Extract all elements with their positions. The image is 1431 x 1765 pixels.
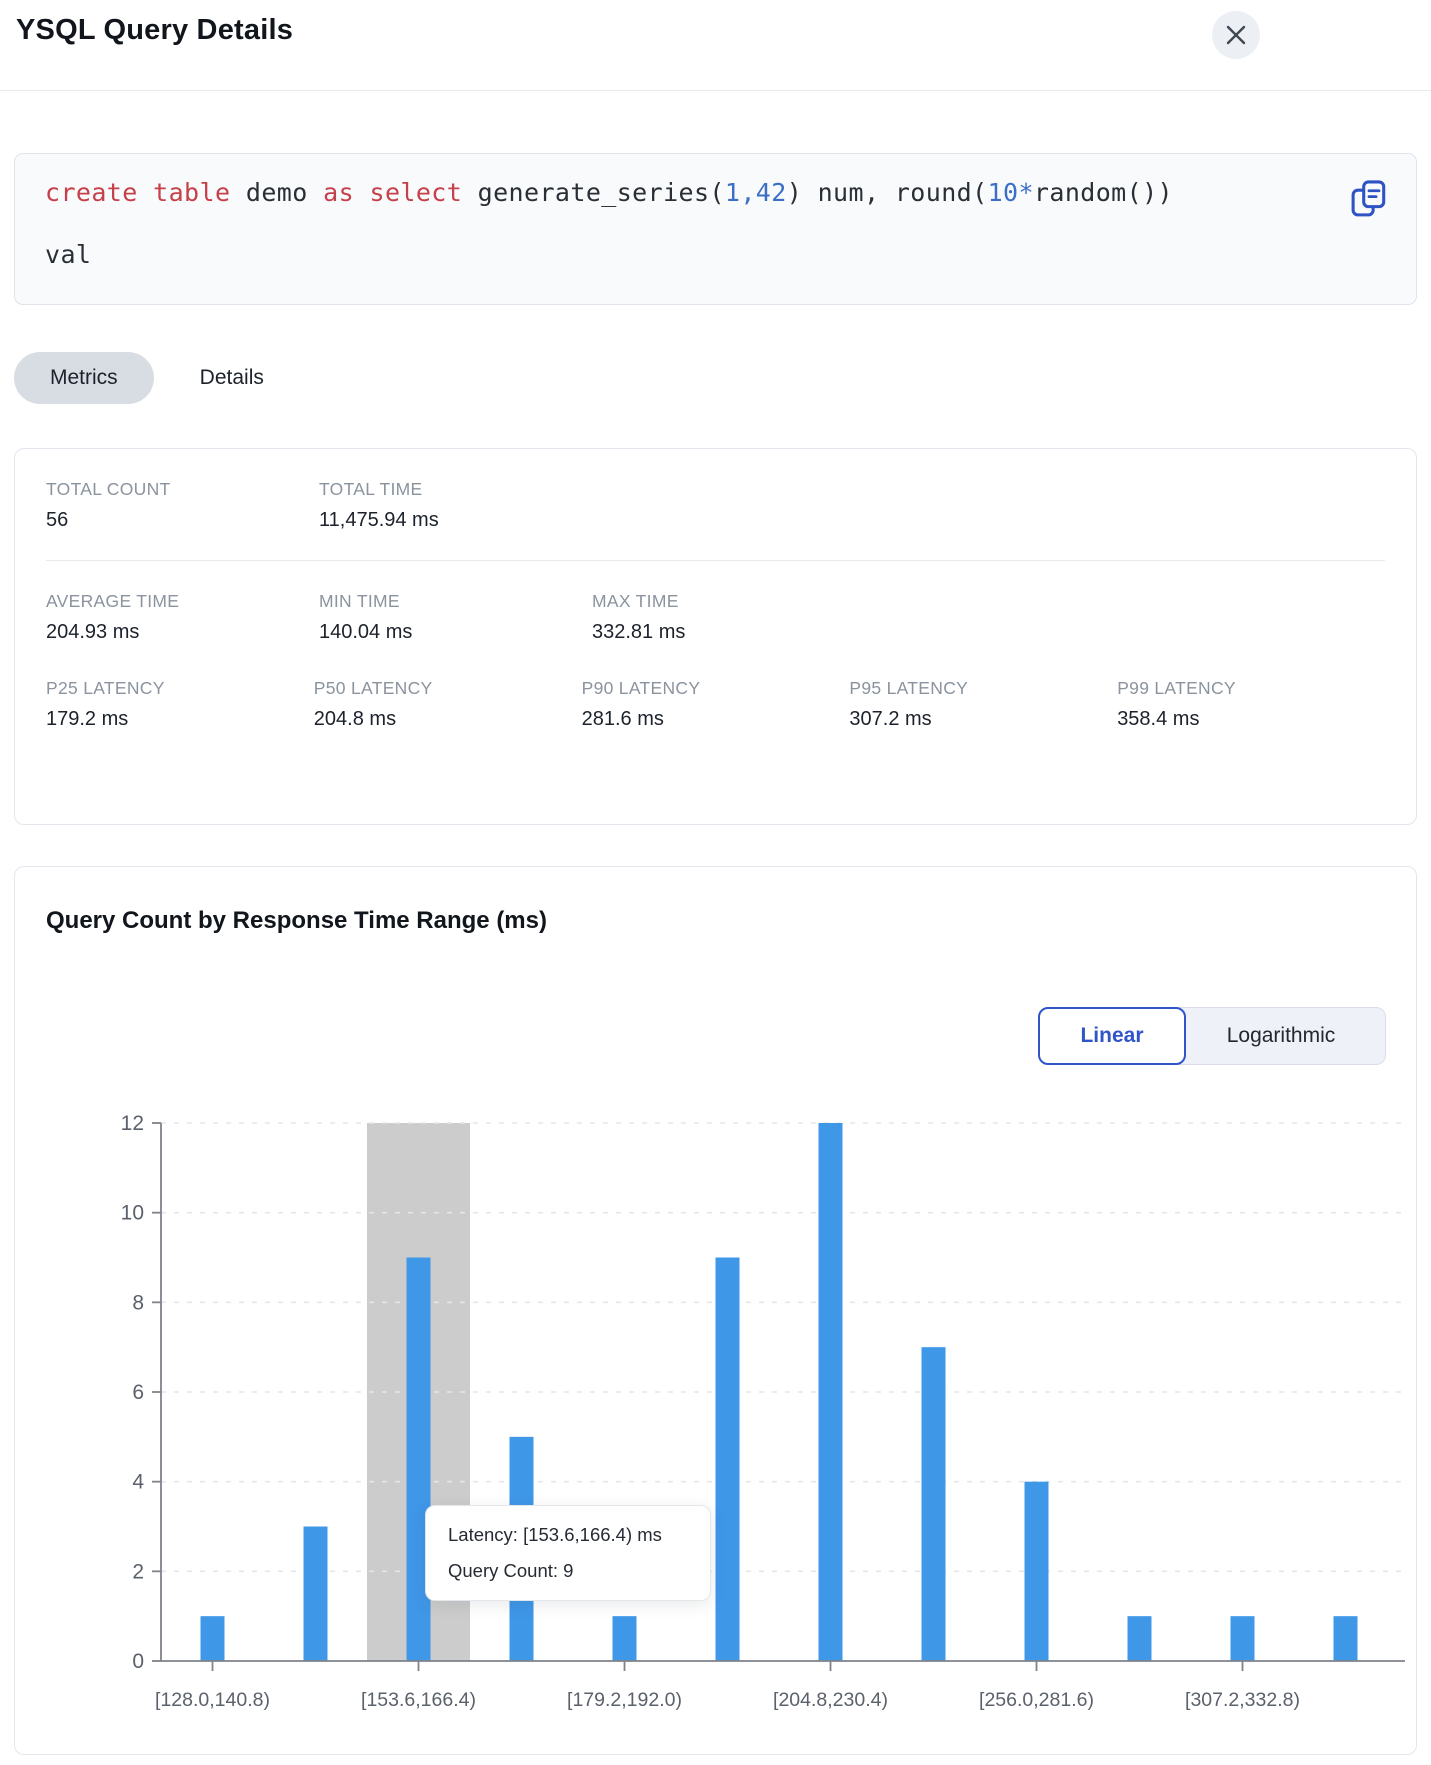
metric-label: P50 LATENCY xyxy=(314,678,582,699)
linear-button[interactable]: Linear xyxy=(1038,1007,1186,1065)
metric-cell: P99 LATENCY 358.4 ms xyxy=(1117,678,1385,731)
chart-bar[interactable] xyxy=(716,1258,740,1662)
metric-value: 307.2 ms xyxy=(849,708,1117,731)
header-divider xyxy=(0,90,1431,91)
code-token-number: 1,42 xyxy=(725,178,787,207)
tooltip-query-count: Query Count: 9 xyxy=(448,1560,688,1582)
chart-bar[interactable] xyxy=(304,1527,328,1662)
chart-bar[interactable] xyxy=(407,1258,431,1662)
metric-value: 179.2 ms xyxy=(46,708,314,731)
metric-label: P95 LATENCY xyxy=(849,678,1117,699)
y-tick-label: 6 xyxy=(132,1381,144,1404)
y-tick-label: 4 xyxy=(132,1471,144,1494)
code-token-plain: demo xyxy=(230,178,323,207)
chart-title: Query Count by Response Time Range (ms) xyxy=(46,907,547,935)
code-token-plain: val xyxy=(45,240,91,269)
metrics-row: TOTAL COUNT 56TOTAL TIME 11,475.94 ms xyxy=(46,479,1385,532)
code-token-keyword: as select xyxy=(323,178,462,207)
metric-label: P25 LATENCY xyxy=(46,678,314,699)
metric-cell: P95 LATENCY 307.2 ms xyxy=(849,678,1117,731)
copy-button[interactable] xyxy=(1348,178,1390,220)
chart-bar[interactable] xyxy=(922,1347,946,1661)
close-icon xyxy=(1225,24,1247,46)
chart-bar[interactable] xyxy=(1025,1482,1049,1661)
scale-toggle: Linear Logarithmic xyxy=(1038,1007,1386,1065)
chart-bar[interactable] xyxy=(1128,1616,1152,1661)
tooltip-latency: Latency: [153.6,166.4) ms xyxy=(448,1524,688,1546)
metrics-row: P25 LATENCY179.2 msP50 LATENCY204.8 msP9… xyxy=(46,678,1385,731)
chart-bar[interactable] xyxy=(201,1616,225,1661)
metrics-divider xyxy=(46,560,1385,561)
metric-value: 204.8 ms xyxy=(314,708,582,731)
code-token-keyword: create table xyxy=(45,178,230,207)
x-tick-label: [179.2,192.0) xyxy=(567,1689,682,1711)
metrics-row: AVERAGE TIME 204.93 msMIN TIME 140.04 msMA… xyxy=(46,591,1385,644)
x-tick-label: [128.0,140.8) xyxy=(155,1689,270,1711)
y-tick-label: 12 xyxy=(121,1112,144,1135)
sql-query-code-block: create table demo as select generate_ser… xyxy=(14,153,1417,305)
page-title: YSQL Query Details xyxy=(16,14,293,47)
x-tick-label: [307.2,332.8) xyxy=(1185,1689,1300,1711)
y-tick-label: 0 xyxy=(132,1650,144,1673)
close-button[interactable] xyxy=(1212,11,1260,59)
x-tick-label: [256.0,281.6) xyxy=(979,1689,1094,1711)
code-token-plain: ) num, round( xyxy=(787,178,988,207)
metric-value: 358.4 ms xyxy=(1117,708,1385,731)
chart-bar[interactable] xyxy=(1231,1616,1255,1661)
metric-value: 332.81 ms xyxy=(592,621,865,644)
metrics-summary-card: TOTAL COUNT 56TOTAL TIME 11,475.94 ms AVER… xyxy=(14,448,1417,825)
x-tick-label: [204.8,230.4) xyxy=(773,1689,888,1711)
metric-label: AVERAGE TIME xyxy=(46,591,319,612)
metric-label: MAX TIME xyxy=(592,591,865,612)
bar-chart: 0 2 4 6 8 10 12 [128.0,140.8) [153.6,166.4) [179.… xyxy=(15,1091,1418,1751)
code-token-plain: random()) xyxy=(1034,178,1173,207)
x-tick-label: [153.6,166.4) xyxy=(361,1689,476,1711)
metric-cell: AVERAGE TIME 204.93 ms xyxy=(46,591,319,644)
copy-icon xyxy=(1350,179,1388,219)
metric-label: TOTAL COUNT xyxy=(46,479,319,500)
metric-cell: MAX TIME 332.81 ms xyxy=(592,591,865,644)
sql-code-line: val xyxy=(45,242,1306,268)
sql-code-line: create table demo as select generate_ser… xyxy=(45,180,1306,206)
y-tick-label: 8 xyxy=(132,1291,144,1314)
metric-cell: TOTAL COUNT 56 xyxy=(46,479,319,532)
tab-bar: Metrics Details xyxy=(14,352,264,404)
tab-metrics[interactable]: Metrics xyxy=(14,352,154,404)
chart-bar[interactable] xyxy=(819,1123,843,1661)
code-token-plain: generate_series( xyxy=(462,178,725,207)
metric-cell: P90 LATENCY 281.6 ms xyxy=(582,678,850,731)
logarithmic-button[interactable]: Logarithmic xyxy=(1176,1007,1386,1065)
metric-label: P90 LATENCY xyxy=(582,678,850,699)
metric-value: 56 xyxy=(46,509,319,532)
metric-cell: P50 LATENCY 204.8 ms xyxy=(314,678,582,731)
metric-label: P99 LATENCY xyxy=(1117,678,1385,699)
y-tick-label: 2 xyxy=(132,1560,144,1583)
chart-bar[interactable] xyxy=(613,1616,637,1661)
metric-value: 140.04 ms xyxy=(319,621,592,644)
metric-label: MIN TIME xyxy=(319,591,592,612)
metric-cell: P25 LATENCY 179.2 ms xyxy=(46,678,314,731)
metric-label: TOTAL TIME xyxy=(319,479,592,500)
metric-value: 204.93 ms xyxy=(46,621,319,644)
chart-card: Query Count by Response Time Range (ms) … xyxy=(14,866,1417,1755)
chart-tooltip: Latency: [153.6,166.4) ms Query Count: 9 xyxy=(425,1505,711,1601)
metric-cell: MIN TIME 140.04 ms xyxy=(319,591,592,644)
code-token-number: 10* xyxy=(988,178,1034,207)
metric-value: 281.6 ms xyxy=(582,708,850,731)
metric-value: 11,475.94 ms xyxy=(319,509,592,532)
tab-details[interactable]: Details xyxy=(200,352,264,404)
chart-bar[interactable] xyxy=(1334,1616,1358,1661)
metric-cell: TOTAL TIME 11,475.94 ms xyxy=(319,479,592,532)
y-tick-label: 10 xyxy=(121,1202,144,1225)
